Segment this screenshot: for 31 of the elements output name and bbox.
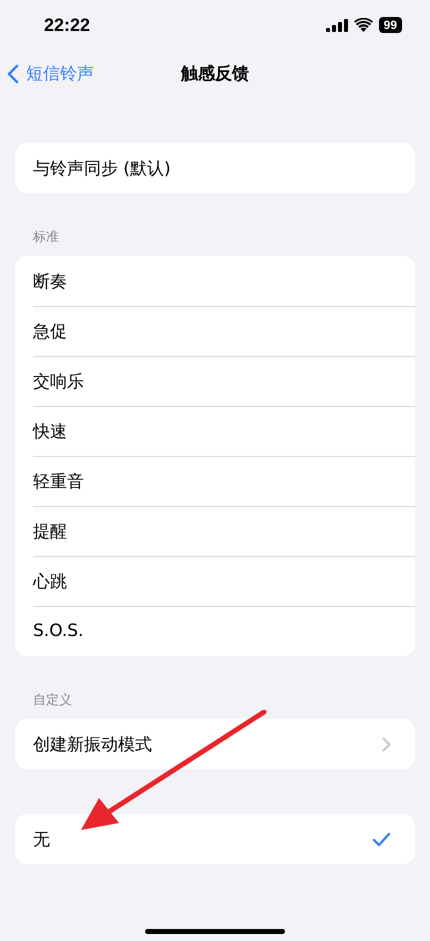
list-row[interactable]: 断奏 <box>15 256 415 306</box>
signal-icon <box>326 18 348 32</box>
row-label: 与铃声同步 (默认) <box>33 158 171 180</box>
status-time: 22:22 <box>44 14 90 36</box>
back-chevron-icon <box>7 64 19 84</box>
row-label: 提醒 <box>33 520 67 542</box>
list-row[interactable]: 快速 <box>15 406 415 456</box>
row-label: 无 <box>33 828 50 850</box>
list-row[interactable]: 无 <box>15 814 415 864</box>
list-row[interactable]: 轻重音 <box>15 456 415 506</box>
section-header: 自定义 <box>32 692 73 710</box>
list-row[interactable]: 心跳 <box>15 556 415 606</box>
list-row[interactable]: 提醒 <box>15 506 415 556</box>
row-label: 断奏 <box>33 270 67 292</box>
page-title: 触感反馈 <box>181 62 249 84</box>
wifi-icon <box>354 18 373 32</box>
list-row[interactable]: 与铃声同步 (默认) <box>15 143 415 193</box>
list-row[interactable]: 急促 <box>15 306 415 356</box>
row-label: 创建新振动模式 <box>33 734 152 756</box>
row-label: 轻重音 <box>33 470 84 492</box>
row-label: 心跳 <box>33 570 67 592</box>
section-header: 标准 <box>32 229 60 247</box>
row-label: 快速 <box>33 420 67 442</box>
row-label: S.O.S. <box>33 621 84 641</box>
row-label: 急促 <box>33 320 67 342</box>
chevron-icon <box>382 736 391 752</box>
battery-level: 99 <box>378 17 402 33</box>
list-row[interactable]: S.O.S. <box>15 606 415 656</box>
row-label: 交响乐 <box>33 370 84 392</box>
list-row[interactable]: 创建新振动模式 <box>15 719 415 769</box>
list-row[interactable]: 交响乐 <box>15 356 415 406</box>
